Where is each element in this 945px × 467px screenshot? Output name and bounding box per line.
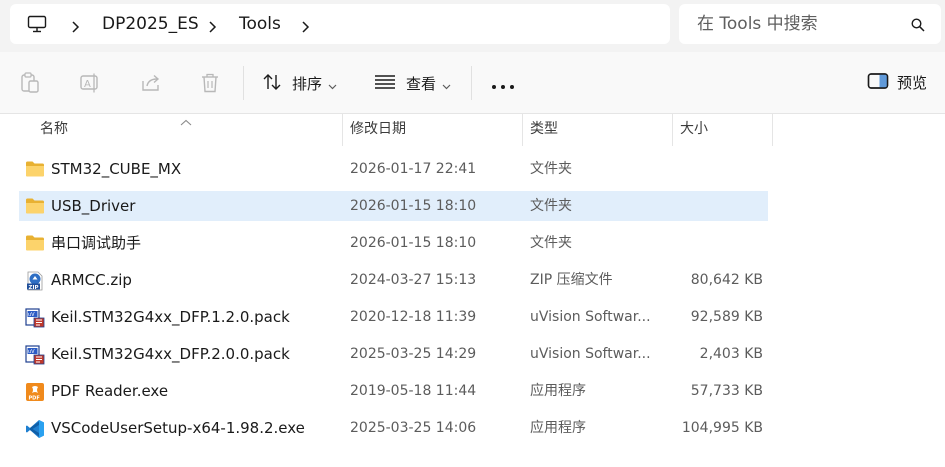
file-row[interactable]: PDF PDF Reader.exe 2019-05-18 11:44 应用程序… (19, 376, 768, 406)
file-row[interactable]: VSCodeUserSetup-x64-1.98.2.exe 2025-03-2… (19, 413, 768, 443)
folder-icon (25, 160, 45, 178)
file-type: 应用程序 (530, 383, 586, 399)
file-name[interactable]: 串口调试助手 (51, 233, 141, 253)
chevron-down-icon (328, 75, 337, 94)
file-name[interactable]: Keil.STM32G4xx_DFP.1.2.0.pack (51, 307, 290, 327)
column-divider[interactable] (342, 114, 343, 146)
svg-text:PDF: PDF (29, 396, 40, 402)
command-bar: A 排序 查看 预览 (0, 52, 945, 114)
delete-icon[interactable] (200, 72, 220, 98)
file-row[interactable]: uV Keil.STM32G4xx_DFP.1.2.0.pack 2020-12… (19, 302, 768, 332)
svg-text:uV: uV (28, 312, 35, 318)
folder-icon (25, 197, 45, 215)
column-divider[interactable] (672, 114, 673, 146)
folder-icon (25, 234, 45, 252)
file-type: ZIP 压缩文件 (530, 272, 613, 288)
sort-icon (262, 72, 282, 96)
file-row[interactable]: 串口调试助手 2026-01-15 18:10 文件夹 (19, 228, 768, 258)
file-row-selected[interactable]: USB_Driver 2026-01-15 18:10 文件夹 (19, 191, 768, 221)
toolbar-divider (471, 66, 472, 100)
share-icon[interactable] (140, 72, 162, 98)
column-header-type[interactable]: 类型 (530, 114, 558, 146)
chevron-right-icon[interactable] (300, 18, 310, 37)
breadcrumb-tools[interactable]: Tools (239, 14, 281, 34)
sort-button[interactable]: 排序 (262, 72, 337, 96)
chevron-right-icon[interactable] (70, 18, 80, 37)
column-header-row: 名称 修改日期 类型 大小 (0, 114, 945, 146)
file-type: 文件夹 (530, 235, 572, 251)
preview-pane-button[interactable]: 预览 (867, 72, 927, 94)
view-button[interactable]: 查看 (374, 72, 451, 96)
file-size: 80,642 KB (690, 272, 763, 288)
rename-icon[interactable]: A (79, 72, 101, 98)
file-row[interactable]: ZIP ARMCC.zip 2024-03-27 15:13 ZIP 压缩文件 … (19, 265, 768, 295)
column-header-date[interactable]: 修改日期 (350, 114, 406, 146)
file-size: 104,995 KB (681, 420, 763, 436)
this-pc-icon[interactable] (27, 14, 47, 38)
file-date: 2026-01-17 22:41 (350, 161, 477, 177)
file-type: uVision Softwar... (530, 346, 651, 362)
file-name[interactable]: VSCodeUserSetup-x64-1.98.2.exe (51, 418, 305, 438)
column-divider[interactable] (522, 114, 523, 146)
sort-ascending-icon (180, 112, 192, 131)
chevron-right-icon[interactable] (207, 18, 217, 37)
search-box[interactable]: 在 Tools 中搜索 (679, 4, 941, 44)
toolbar-divider (243, 66, 244, 100)
search-placeholder[interactable]: 在 Tools 中搜索 (697, 14, 818, 34)
column-divider[interactable] (772, 114, 773, 146)
svg-text:uV: uV (28, 349, 35, 355)
navigation-bar: DP2025_ES Tools 在 Tools 中搜索 (0, 0, 945, 52)
file-type: uVision Softwar... (530, 309, 651, 325)
file-size: 92,589 KB (690, 309, 763, 325)
file-date: 2024-03-27 15:13 (350, 272, 477, 288)
column-header-name[interactable]: 名称 (40, 114, 68, 146)
more-options-icon[interactable] (492, 85, 514, 89)
file-size: 57,733 KB (690, 383, 763, 399)
file-row[interactable]: STM32_CUBE_MX 2026-01-17 22:41 文件夹 (19, 154, 768, 184)
preview-label: 预览 (897, 74, 928, 92)
file-date: 2026-01-15 18:10 (350, 235, 477, 251)
breadcrumb-dp2025-es[interactable]: DP2025_ES (102, 14, 199, 34)
chevron-down-icon (442, 75, 451, 94)
column-header-size[interactable]: 大小 (680, 114, 708, 146)
view-icon (374, 72, 396, 96)
file-name[interactable]: USB_Driver (51, 196, 135, 216)
sort-label: 排序 (292, 75, 323, 93)
file-name[interactable]: Keil.STM32G4xx_DFP.2.0.0.pack (51, 344, 290, 364)
file-name[interactable]: PDF Reader.exe (51, 381, 168, 401)
file-type: 应用程序 (530, 420, 586, 436)
file-name[interactable]: ARMCC.zip (51, 270, 132, 290)
pdf-reader-icon: PDF (25, 382, 45, 402)
copy-icon[interactable] (20, 72, 40, 98)
vscode-icon (25, 419, 45, 438)
file-type: 文件夹 (530, 198, 572, 214)
preview-pane-icon (867, 72, 889, 94)
file-date: 2019-05-18 11:44 (350, 383, 477, 399)
file-row[interactable]: uV Keil.STM32G4xx_DFP.2.0.0.pack 2025-03… (19, 339, 768, 369)
file-date: 2020-12-18 11:39 (350, 309, 477, 325)
file-type: 文件夹 (530, 161, 572, 177)
svg-text:A: A (84, 79, 91, 90)
svg-text:ZIP: ZIP (29, 285, 39, 291)
address-bar[interactable]: DP2025_ES Tools (10, 4, 670, 44)
file-date: 2025-03-25 14:06 (350, 420, 477, 436)
file-date: 2025-03-25 14:29 (350, 346, 477, 362)
uvision-pack-icon: uV (25, 308, 45, 328)
uvision-pack-icon: uV (25, 345, 45, 365)
zip-file-icon: ZIP (25, 271, 45, 291)
file-name[interactable]: STM32_CUBE_MX (51, 159, 181, 179)
file-size: 2,403 KB (699, 346, 763, 362)
search-icon[interactable] (911, 17, 925, 36)
view-label: 查看 (406, 75, 437, 93)
file-date: 2026-01-15 18:10 (350, 198, 477, 214)
